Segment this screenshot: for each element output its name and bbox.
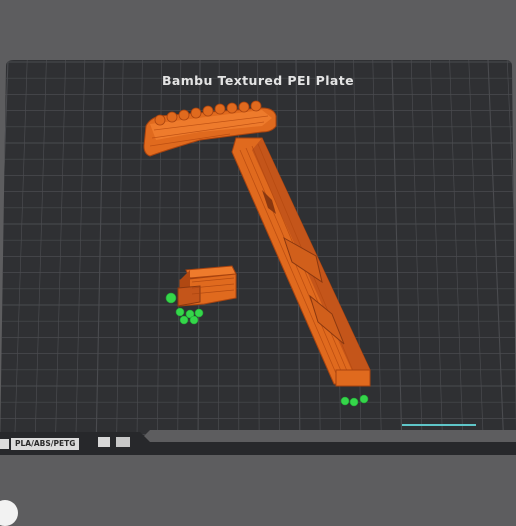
- part-handle-end: [336, 370, 370, 386]
- filament-type-label: PLA/ABS/PETG: [11, 438, 79, 450]
- plate-shape-icon: [116, 437, 130, 447]
- bed-accent-line: [402, 424, 476, 426]
- filament-icon: [0, 439, 9, 449]
- block-step: [178, 286, 200, 306]
- plate-shape-icon: [98, 437, 110, 447]
- 3d-preview-viewport[interactable]: Bambu Textured PEI Plate PLA/ABS/PETG: [0, 0, 516, 516]
- filament-type-badge: PLA/ABS/PETG: [0, 437, 79, 451]
- plate-name-label: Bambu Textured PEI Plate: [0, 73, 516, 88]
- printed-part-block[interactable]: [178, 266, 236, 306]
